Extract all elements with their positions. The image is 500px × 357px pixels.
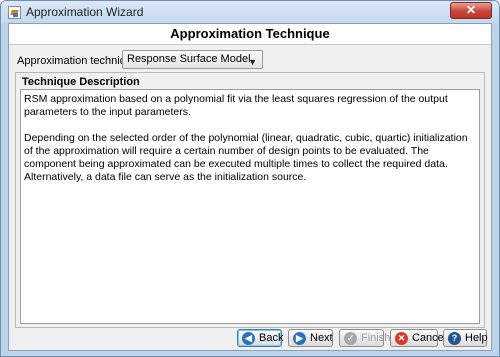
technique-description-group: Technique Description RSM approximation … xyxy=(15,72,485,328)
description-paragraph: Depending on the selected order of the p… xyxy=(24,132,468,183)
cancel-icon: ✕ xyxy=(395,332,408,345)
title-bar[interactable]: Approximation Wizard ✕ xyxy=(1,1,499,23)
cancel-button-label: Cancel xyxy=(412,332,447,344)
left-arrow-icon: ◀ xyxy=(242,332,255,345)
description-paragraph: RSM approximation based on a polynomial … xyxy=(24,93,448,118)
check-icon: ✓ xyxy=(344,332,357,345)
help-button-label: Help xyxy=(465,332,488,344)
help-button[interactable]: ? Help xyxy=(443,329,488,347)
close-button[interactable]: ✕ xyxy=(450,2,492,19)
next-button-label: Next xyxy=(310,332,333,344)
right-arrow-icon: ▶ xyxy=(293,332,306,345)
chevron-down-icon: ▼ xyxy=(248,57,257,67)
finish-button-label: Finish xyxy=(361,332,391,344)
next-button[interactable]: ▶ Next xyxy=(288,329,333,347)
finish-button[interactable]: ✓ Finish xyxy=(339,329,390,347)
help-icon: ? xyxy=(448,332,461,345)
app-icon xyxy=(8,6,21,19)
technique-description-title: Technique Description xyxy=(22,76,140,88)
cancel-button[interactable]: ✕ Cancel xyxy=(390,329,446,347)
back-button[interactable]: ◀ Back xyxy=(237,329,284,347)
back-button-label: Back xyxy=(259,332,284,344)
technique-selected-value: Response Surface Model xyxy=(127,53,251,65)
window-title: Approximation Wizard xyxy=(26,5,144,19)
wizard-window: Approximation Wizard ✕ Approximation Tec… xyxy=(0,0,500,357)
technique-description-text[interactable]: RSM approximation based on a polynomial … xyxy=(20,89,480,324)
wizard-button-row: ◀ Back ▶ Next ✓ Finish ✕ Cancel ? Help xyxy=(9,329,491,351)
page-title: Approximation Technique xyxy=(9,24,491,45)
technique-select[interactable]: Response Surface Model ▼ xyxy=(122,50,263,69)
wizard-content: Approximation Technique Approximation te… xyxy=(8,23,492,351)
